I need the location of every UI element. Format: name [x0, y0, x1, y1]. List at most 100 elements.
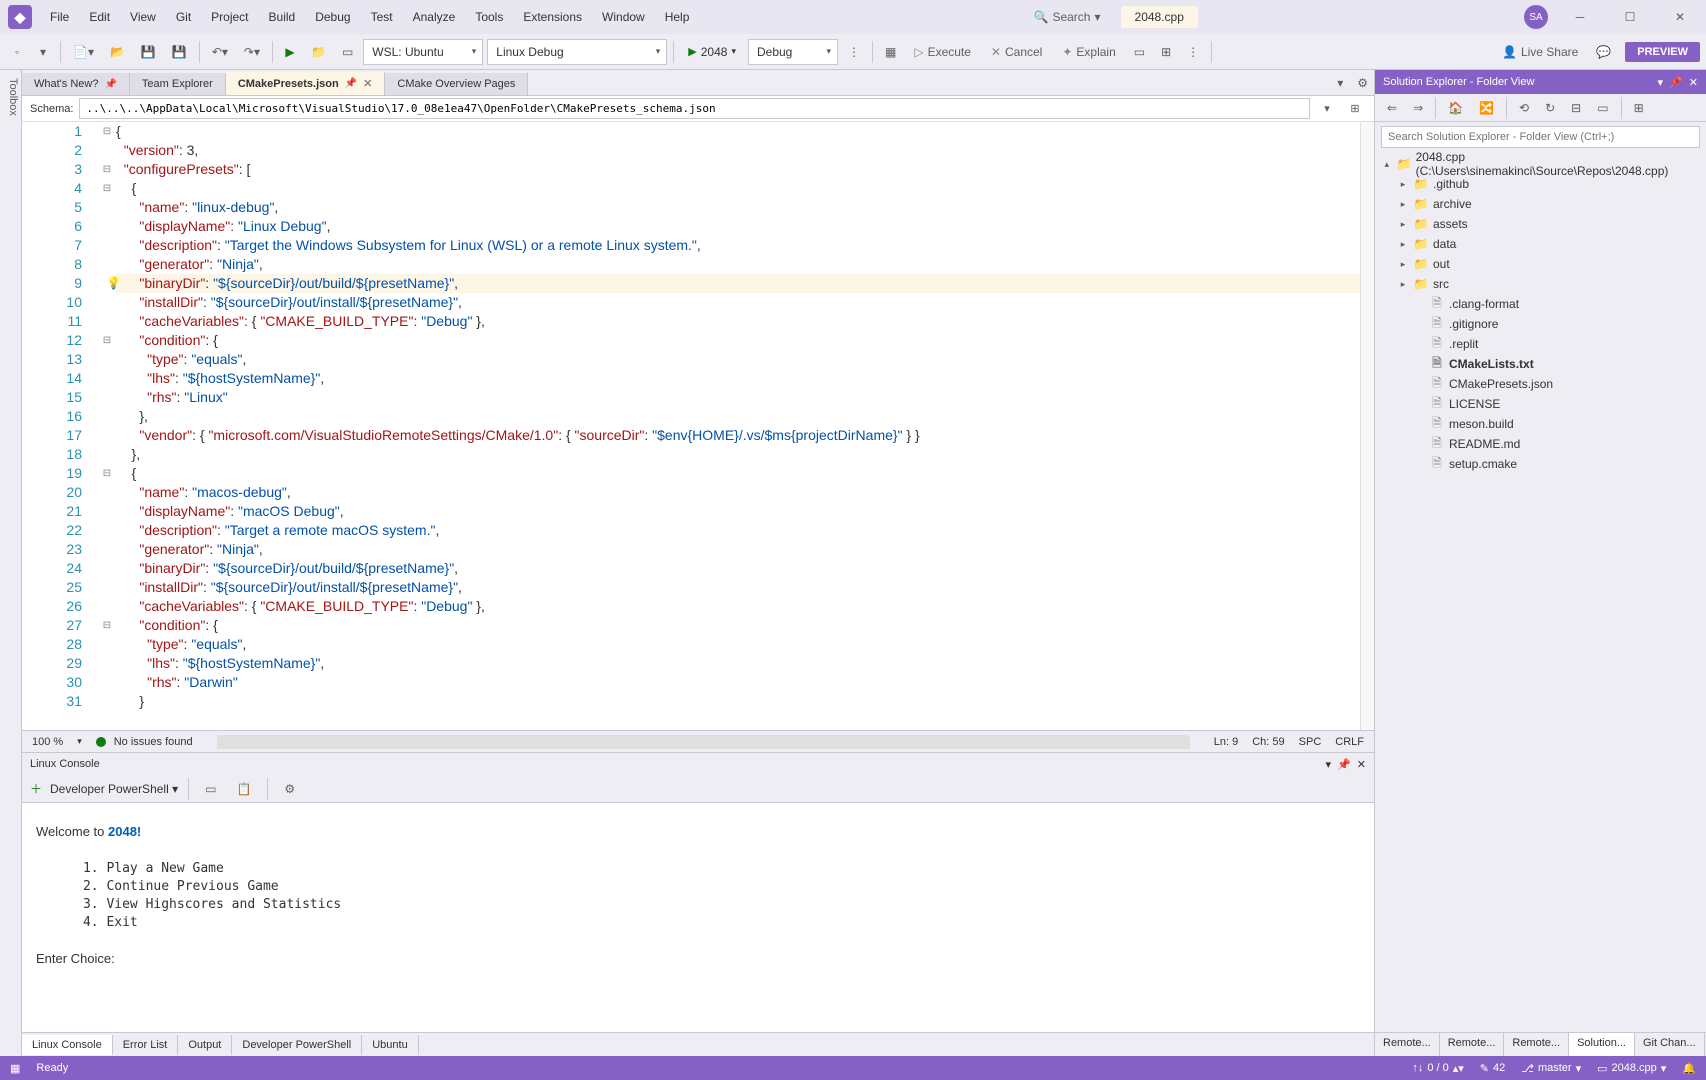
new-item-button[interactable]: 📄▾ [67, 40, 100, 64]
platform-dropdown[interactable]: WSL: Ubuntu [363, 39, 483, 65]
preview-badge[interactable]: PREVIEW [1625, 42, 1700, 62]
tree-file[interactable]: 🗎.gitignore [1375, 314, 1706, 334]
tabs-gear-button[interactable]: ⚙ [1351, 71, 1374, 95]
config-dropdown[interactable]: Linux Debug [487, 39, 667, 65]
doc-tab[interactable]: Team Explorer [130, 73, 226, 95]
tree-file[interactable]: 🗎setup.cmake [1375, 454, 1706, 474]
indent-indicator[interactable]: SPC [1299, 736, 1322, 748]
repo-indicator[interactable]: ▭2048.cpp▾ [1597, 1062, 1666, 1075]
expand-icon[interactable]: ▸ [1397, 219, 1409, 230]
menu-build[interactable]: Build [259, 4, 306, 30]
horizontal-scrollbar[interactable] [217, 735, 1190, 749]
undo-button[interactable]: ↶▾ [206, 40, 234, 64]
sol-fwd-button[interactable]: ⇒ [1407, 96, 1429, 120]
line-indicator[interactable]: Ln: 9 [1214, 736, 1238, 748]
maximize-button[interactable]: ☐ [1612, 3, 1648, 31]
nav-indicator[interactable]: ↑↓0 / 0▴▾ [1412, 1062, 1463, 1075]
console-btn-1[interactable]: ▭ [199, 777, 222, 801]
console-btn-2[interactable]: 📋 [230, 777, 257, 801]
eol-indicator[interactable]: CRLF [1335, 736, 1364, 748]
solution-search-input[interactable] [1381, 126, 1700, 148]
code-content[interactable]: { "version": 3, "configurePresets": [ { … [114, 122, 1360, 730]
tree-folder[interactable]: ▸📁out [1375, 254, 1706, 274]
console-pin-button[interactable]: 📌 [1337, 758, 1351, 771]
save-button[interactable]: 💾 [135, 40, 162, 64]
schema-dropdown-button[interactable]: ▾ [1316, 97, 1338, 121]
console-output[interactable]: Welcome to 2048! 1. Play a New Game 2. C… [22, 803, 1374, 1032]
tree-folder[interactable]: ▸📁assets [1375, 214, 1706, 234]
output-tab[interactable]: Output [178, 1035, 232, 1055]
tree-folder[interactable]: ▸📁data [1375, 234, 1706, 254]
live-share-button[interactable]: 👤Live Share [1494, 41, 1586, 63]
minimize-button[interactable]: ─ [1562, 3, 1598, 31]
doc-tab[interactable]: CMakePresets.json📌✕ [226, 72, 386, 95]
sol-back-button[interactable]: ⇐ [1381, 96, 1403, 120]
sol-sync-button[interactable]: ⟲ [1513, 96, 1535, 120]
tree-folder[interactable]: ▸📁src [1375, 274, 1706, 294]
output-tab[interactable]: Ubuntu [362, 1035, 418, 1055]
panel-dropdown-button[interactable]: ▾ [1658, 76, 1664, 89]
code-editor[interactable]: 1234567891011121314151617181920212223242… [22, 122, 1374, 730]
zoom-level[interactable]: 100 % [32, 736, 63, 748]
menu-debug[interactable]: Debug [305, 4, 360, 30]
schema-input[interactable] [79, 98, 1310, 119]
folder-button[interactable]: 📁 [305, 40, 332, 64]
expand-icon[interactable]: ▸ [1397, 239, 1409, 250]
start-button[interactable]: ▶ [279, 40, 301, 64]
col-indicator[interactable]: Ch: 59 [1252, 736, 1284, 748]
nav-forward-button[interactable]: ▾ [32, 40, 54, 64]
tree-file[interactable]: 🗎README.md [1375, 434, 1706, 454]
tree-folder[interactable]: ▸📁archive [1375, 194, 1706, 214]
expand-icon[interactable]: ▸ [1397, 279, 1409, 290]
output-tab[interactable]: Linux Console [22, 1035, 113, 1055]
tree-root[interactable]: ▴📁2048.cpp (C:\Users\sinemakinci\Source\… [1375, 154, 1706, 174]
console-dropdown-button[interactable]: ▾ [1326, 758, 1332, 771]
menu-project[interactable]: Project [201, 4, 258, 30]
console-close-button[interactable]: ✕ [1357, 758, 1366, 771]
panel-pin-button[interactable]: 📌 [1669, 76, 1683, 89]
menu-git[interactable]: Git [166, 4, 201, 30]
scrollbar[interactable] [1360, 122, 1374, 730]
panel-close-button[interactable]: ✕ [1689, 76, 1698, 89]
tabs-dropdown-button[interactable]: ▾ [1329, 71, 1351, 95]
expand-icon[interactable]: ▸ [1397, 259, 1409, 270]
menu-tools[interactable]: Tools [465, 4, 513, 30]
output-tab[interactable]: Developer PowerShell [232, 1035, 362, 1055]
overflow-button[interactable]: ⋮ [842, 40, 866, 64]
search-box[interactable]: 🔍 Search ▾ [1026, 7, 1109, 27]
doc-tab[interactable]: CMake Overview Pages [385, 73, 528, 95]
avatar[interactable]: SA [1524, 5, 1548, 29]
open-button[interactable]: 📂 [104, 40, 131, 64]
tree-file[interactable]: 🗎LICENSE [1375, 394, 1706, 414]
tree-file[interactable]: 🗎.replit [1375, 334, 1706, 354]
menu-analyze[interactable]: Analyze [403, 4, 466, 30]
solution-tab[interactable]: Remote... [1440, 1033, 1505, 1056]
add-icon[interactable]: ＋ [30, 780, 42, 797]
nav-back-button[interactable]: ◦ [6, 40, 28, 64]
tree-file[interactable]: 🗎.clang-format [1375, 294, 1706, 314]
tool-btn-1[interactable]: ▭ [1128, 40, 1151, 64]
menu-edit[interactable]: Edit [79, 4, 120, 30]
sol-collapse-button[interactable]: ⊟ [1565, 96, 1587, 120]
menu-view[interactable]: View [120, 4, 166, 30]
solution-tree[interactable]: ▴📁2048.cpp (C:\Users\sinemakinci\Source\… [1375, 152, 1706, 1032]
doc-tab[interactable]: What's New?📌 [22, 73, 130, 95]
build-config-dropdown[interactable]: Debug [748, 39, 838, 65]
solution-name-tab[interactable]: 2048.cpp [1121, 6, 1198, 28]
menu-window[interactable]: Window [592, 4, 655, 30]
issues-label[interactable]: No issues found [114, 736, 193, 748]
toolbox-sidebar-tab[interactable]: Toolbox [0, 70, 22, 1056]
pin-icon[interactable]: 📌 [345, 78, 357, 89]
schema-split-button[interactable]: ⊞ [1344, 97, 1366, 121]
expand-icon[interactable]: ▸ [1397, 199, 1409, 210]
explain-button[interactable]: ✦Explain [1054, 41, 1123, 63]
sol-refresh-button[interactable]: ↻ [1539, 96, 1561, 120]
close-icon[interactable]: ✕ [363, 77, 372, 90]
notification-button[interactable]: 🔔 [1682, 1062, 1696, 1075]
save-all-button[interactable]: 💾 [166, 40, 193, 64]
pin-icon[interactable]: 📌 [104, 79, 116, 90]
sol-view-button[interactable]: ⊞ [1628, 96, 1650, 120]
output-tab[interactable]: Error List [113, 1035, 179, 1055]
menu-extensions[interactable]: Extensions [513, 4, 592, 30]
tree-file[interactable]: 🗎meson.build [1375, 414, 1706, 434]
